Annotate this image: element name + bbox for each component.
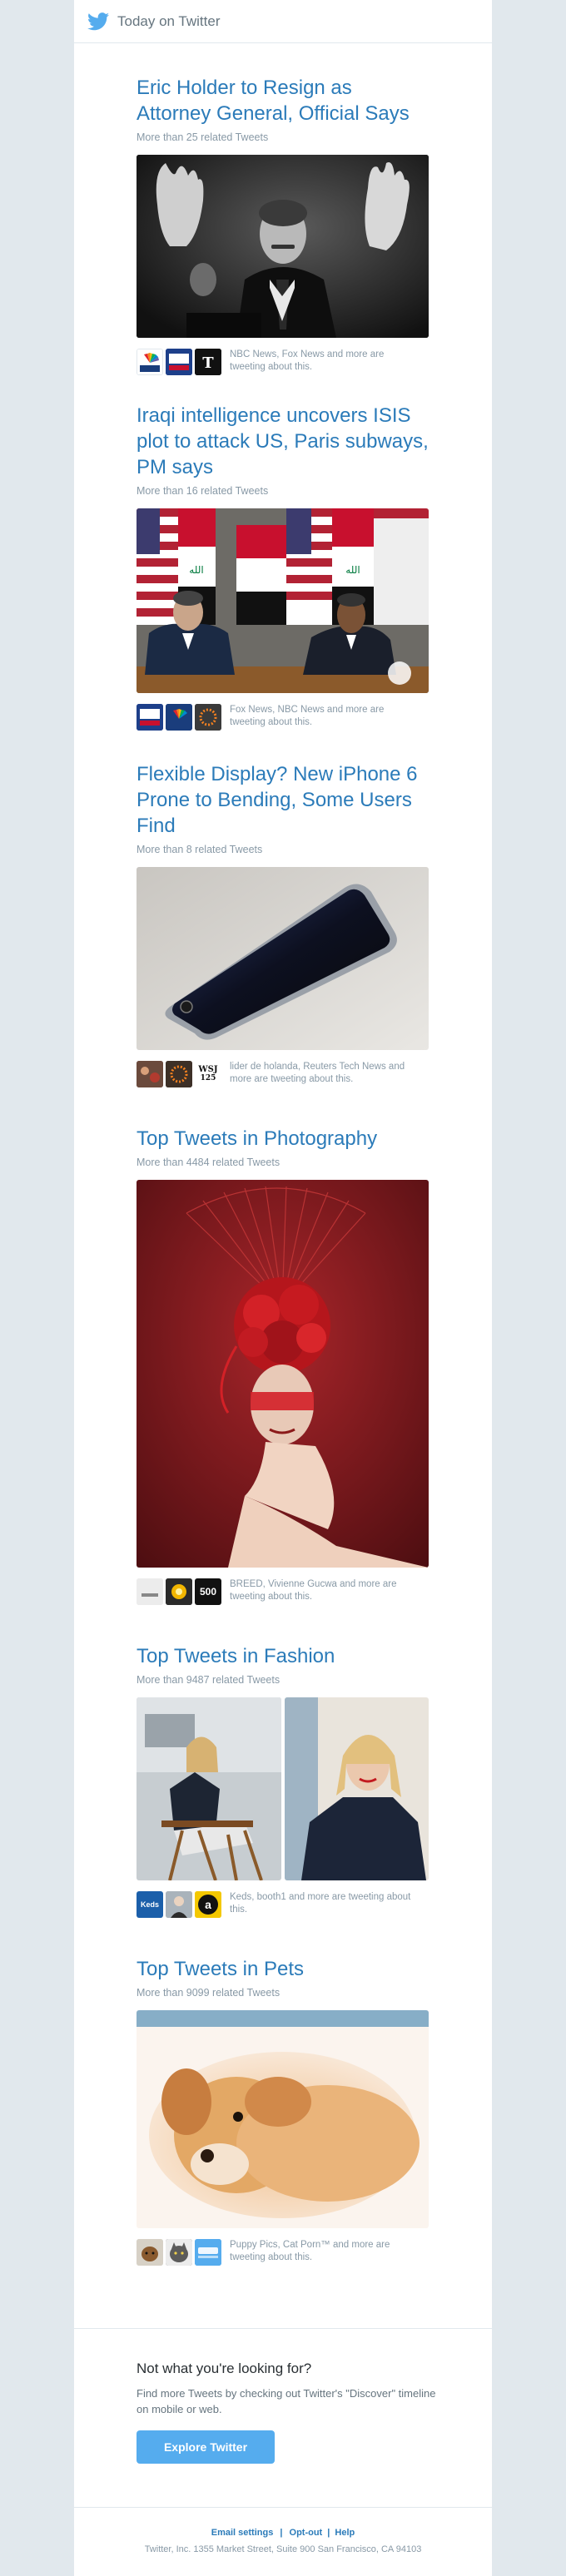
- story-pets: Top Tweets in Pets More than 9099 relate…: [137, 1956, 429, 2266]
- twitter-bird-icon: [87, 12, 109, 30]
- story-photo-iraq[interactable]: الله الله: [137, 508, 429, 693]
- story-photo-photography[interactable]: [137, 1180, 429, 1568]
- nbc-news-avatar[interactable]: [166, 704, 192, 731]
- story-sources: Keds a Keds, booth1 and more are tweetin…: [137, 1891, 429, 1918]
- company-address: Twitter, Inc. 1355 Market Street, Suite …: [144, 2544, 422, 2554]
- story-headline[interactable]: Flexible Display? New iPhone 6 Prone to …: [137, 761, 429, 839]
- svg-text:الله: الله: [189, 564, 203, 576]
- nytimes-avatar[interactable]: T: [195, 349, 221, 375]
- story-photography: Top Tweets in Photography More than 4484…: [137, 1126, 429, 1605]
- discover-hint: Find more Tweets by checking out Twitter…: [137, 2387, 436, 2415]
- cat-porn-avatar[interactable]: [166, 2239, 192, 2266]
- 500px-avatar[interactable]: 500: [195, 1578, 221, 1605]
- related-tweets-count: More than 8 related Tweets: [137, 844, 263, 855]
- story-headline[interactable]: Eric Holder to Resign as Attorney Genera…: [137, 75, 429, 126]
- story-headline[interactable]: Top Tweets in Fashion: [137, 1643, 429, 1669]
- footer-separator: |: [327, 2528, 330, 2538]
- story-sources: T NBC News, Fox News and more are tweeti…: [137, 349, 429, 375]
- story-eric-holder: Eric Holder to Resign as Attorney Genera…: [137, 75, 429, 375]
- story-iraqi-intelligence: Iraqi intelligence uncovers ISIS plot to…: [137, 403, 429, 731]
- sources-text: NBC News, Fox News and more are tweeting…: [230, 349, 385, 372]
- sources-text: Puppy Pics, Cat Porn™ and more are tweet…: [230, 2240, 390, 2262]
- email-settings-link[interactable]: Email settings: [211, 2528, 274, 2538]
- story-photo-fashion-2[interactable]: [285, 1697, 429, 1880]
- story-headline[interactable]: Top Tweets in Pets: [137, 1956, 429, 1982]
- email-card: Today on Twitter Eric Holder to Resign a…: [74, 0, 492, 2576]
- vivienne-gucwa-avatar[interactable]: [166, 1578, 192, 1605]
- story-sources: Puppy Pics, Cat Porn™ and more are tweet…: [137, 2239, 429, 2266]
- story-sources: 500 BREED, Vivienne Gucwa and more are t…: [137, 1578, 429, 1605]
- fox-news-avatar[interactable]: [137, 704, 163, 731]
- story-flexible-display: Flexible Display? New iPhone 6 Prone to …: [137, 761, 429, 1087]
- reuters-avatar[interactable]: [195, 704, 221, 731]
- footer-links: Email settings | Opt-out | Help: [74, 2528, 492, 2538]
- help-link[interactable]: Help: [335, 2528, 355, 2538]
- story-sources: Fox News, NBC News and more are tweeting…: [137, 704, 429, 731]
- twitter-avatar[interactable]: [195, 2239, 221, 2266]
- explore-twitter-button[interactable]: Explore Twitter: [137, 2430, 275, 2464]
- svg-text:T: T: [202, 354, 214, 372]
- reuters-tech-avatar[interactable]: [166, 1061, 192, 1087]
- lider-de-holanda-avatar[interactable]: [137, 1061, 163, 1087]
- sources-text: Keds, booth1 and more are tweeting about…: [230, 1892, 411, 1915]
- puppy-pics-avatar[interactable]: [137, 2239, 163, 2266]
- booth1-avatar[interactable]: [166, 1891, 192, 1918]
- header-title: Today on Twitter: [117, 12, 221, 29]
- email-header: Today on Twitter: [74, 0, 492, 43]
- sources-text: lider de holanda, Reuters Tech News and …: [230, 1062, 405, 1084]
- svg-text:الله: الله: [345, 564, 360, 576]
- story-headline[interactable]: Iraqi intelligence uncovers ISIS plot to…: [137, 403, 429, 480]
- wsj-avatar[interactable]: WSJ 125: [195, 1061, 221, 1087]
- fox-news-avatar[interactable]: [166, 349, 192, 375]
- svg-text:a: a: [205, 1898, 211, 1911]
- story-fashion: Top Tweets in Fashion More than 9487 rel…: [137, 1643, 429, 1918]
- nbc-news-avatar[interactable]: [137, 349, 163, 375]
- related-tweets-count: More than 9487 related Tweets: [137, 1674, 281, 1686]
- story-photo-iphone[interactable]: [137, 867, 429, 1050]
- related-tweets-count: More than 25 related Tweets: [137, 131, 269, 143]
- sources-text: Fox News, NBC News and more are tweeting…: [230, 705, 385, 727]
- footer-separator: |: [280, 2528, 283, 2538]
- related-tweets-count: More than 9099 related Tweets: [137, 1987, 281, 1999]
- fashion-photo-pair: [137, 1697, 429, 1880]
- breed-avatar[interactable]: [137, 1578, 163, 1605]
- email-footer: Email settings | Opt-out | Help Twitter,…: [74, 2507, 492, 2554]
- story-photo-fashion-1[interactable]: [137, 1697, 281, 1880]
- stories-list: Eric Holder to Resign as Attorney Genera…: [74, 75, 492, 2266]
- discover-question: Not what you're looking for?: [137, 2361, 312, 2376]
- sources-text: BREED, Vivienne Gucwa and more are tweet…: [230, 1579, 397, 1602]
- a-avatar[interactable]: a: [195, 1891, 221, 1918]
- story-sources: WSJ 125 lider de holanda, Reuters Tech Ne…: [137, 1061, 429, 1087]
- story-photo-holder[interactable]: [137, 155, 429, 338]
- related-tweets-count: More than 4484 related Tweets: [137, 1157, 281, 1168]
- discover-prompt: Not what you're looking for? Find more T…: [74, 2328, 492, 2464]
- story-headline[interactable]: Top Tweets in Photography: [137, 1126, 429, 1152]
- opt-out-link[interactable]: Opt-out: [290, 2528, 323, 2538]
- keds-avatar[interactable]: Keds: [137, 1891, 163, 1918]
- related-tweets-count: More than 16 related Tweets: [137, 485, 269, 497]
- story-photo-puppy[interactable]: [137, 2010, 429, 2228]
